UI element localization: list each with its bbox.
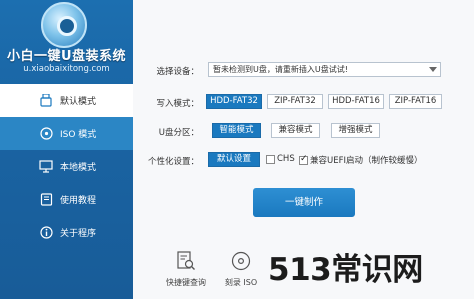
sidebar: 小白一键U盘装系统 u.xiaobaixitong.com 默认模式 ISO 模… — [0, 0, 133, 299]
uefi-checkbox[interactable]: 兼容UEFI启动（制作较缓慢） — [299, 154, 423, 166]
chs-checkbox-box — [266, 154, 275, 164]
chevron-down-icon — [429, 67, 437, 72]
tool-burn-iso[interactable]: 刻录 ISO — [215, 250, 267, 288]
device-select[interactable]: 暂未检测到U盘，请重新插入U盘试试! — [208, 62, 441, 77]
sidebar-item-label: 本地模式 — [60, 163, 97, 173]
tool-label: 快捷键查询 — [166, 278, 206, 287]
write-mode-zip-fat16[interactable]: ZIP-FAT16 — [389, 94, 442, 109]
partition-compat-mode[interactable]: 兼容模式 — [271, 123, 320, 138]
sidebar-item-label: 关于程序 — [60, 229, 97, 239]
disc-icon — [39, 127, 53, 141]
write-mode-hdd-fat16[interactable]: HDD-FAT16 — [328, 94, 384, 109]
partition-label: U盘分区： — [158, 128, 199, 138]
sidebar-item-label: ISO 模式 — [60, 130, 97, 140]
tool-label: 刻录 ISO — [224, 278, 258, 287]
sidebar-item-default-mode[interactable]: 默认模式 — [0, 84, 133, 117]
burn-disc-icon — [230, 250, 252, 272]
partition-smart-mode[interactable]: 智能模式 — [212, 123, 261, 138]
sidebar-item-iso-mode[interactable]: ISO 模式 — [0, 117, 133, 150]
logo-area: 小白一键U盘装系统 u.xiaobaixitong.com — [0, 0, 133, 83]
search-doc-icon — [175, 250, 197, 272]
usb-drive-icon — [39, 94, 53, 108]
monitor-icon — [39, 160, 53, 174]
sidebar-item-about[interactable]: 关于程序 — [0, 216, 133, 249]
book-icon — [39, 193, 53, 207]
write-mode-hdd-fat32[interactable]: HDD-FAT32 — [206, 94, 262, 109]
write-mode-label: 写入模式： — [156, 99, 199, 109]
partition-enhanced-mode[interactable]: 增强模式 — [331, 123, 380, 138]
uefi-label: 兼容UEFI启动（制作较缓慢） — [310, 156, 423, 166]
watermark: 513常识网 — [268, 252, 423, 288]
sidebar-item-local-mode[interactable]: 本地模式 — [0, 150, 133, 183]
app-title: 小白一键U盘装系统 — [6, 49, 127, 64]
app-url: u.xiaobaixitong.com — [23, 64, 110, 74]
app-logo-icon — [41, 2, 87, 48]
device-select-value: 暂未检测到U盘，请重新插入U盘试试! — [213, 65, 348, 74]
chs-checkbox[interactable]: CHS — [266, 154, 295, 164]
write-mode-zip-fat32[interactable]: ZIP-FAT32 — [267, 94, 323, 109]
sidebar-item-label: 默认模式 — [60, 97, 97, 107]
sidebar-item-tutorial[interactable]: 使用教程 — [0, 183, 133, 216]
sidebar-item-label: 使用教程 — [60, 196, 97, 206]
info-icon — [39, 226, 53, 240]
chs-label: CHS — [277, 154, 295, 164]
default-setting-button[interactable]: 默认设置 — [208, 152, 260, 167]
make-usb-button[interactable]: 一键制作 — [253, 188, 355, 217]
device-label: 选择设备： — [156, 67, 199, 77]
tool-shortcut-query[interactable]: 快捷键查询 — [160, 250, 212, 288]
personal-label: 个性化设置： — [147, 157, 199, 167]
uefi-checkbox-box — [299, 154, 308, 165]
